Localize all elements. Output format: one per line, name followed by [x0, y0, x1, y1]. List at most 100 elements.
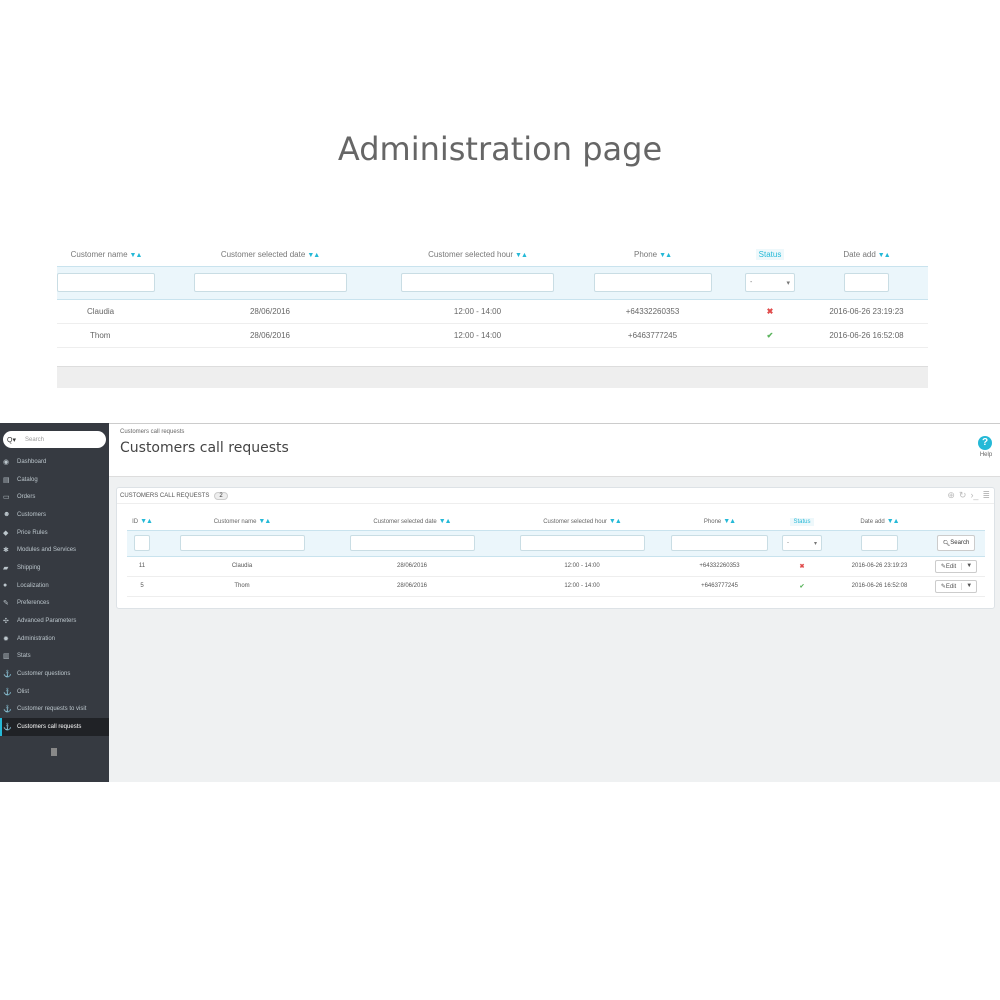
sidebar-item-olist[interactable]: ⚓ Olist — [0, 683, 109, 701]
cell-id: 5 — [127, 576, 157, 597]
sort-arrows-icon[interactable]: ▼▲ — [140, 518, 153, 525]
col-header-id[interactable]: ID ▼▲ — [127, 514, 157, 530]
sidebar-item-catalog[interactable]: ▤ Catalog — [0, 471, 109, 489]
add-new-icon[interactable]: ⊕ — [947, 490, 955, 501]
filter-status-select[interactable]: - ▾ — [745, 273, 795, 292]
status-yes-icon[interactable]: ✔ — [767, 331, 774, 340]
sidebar-menu: ◉ Dashboard ▤ Catalog ▭ Orders ☻ Customers ◆… — [0, 453, 109, 736]
filter-selected-hour-input[interactable] — [519, 535, 645, 551]
search-input[interactable]: Search — [25, 437, 44, 443]
cell-selected-date: 28/06/2016 — [327, 556, 497, 577]
table-row[interactable]: Thom 28/06/2016 12:00 - 14:00 +646377724… — [57, 323, 928, 348]
filter-row: - ▾ — [57, 265, 928, 300]
status-no-icon[interactable]: ✖ — [799, 564, 804, 570]
caret-down-icon[interactable]: ▼ — [962, 563, 976, 569]
sort-arrows-icon[interactable]: ▼▲ — [307, 252, 320, 259]
sidebar-item-preferences[interactable]: ✎ Preferences — [0, 595, 109, 613]
status-no-icon[interactable]: ✖ — [767, 307, 774, 316]
sidebar-item-dashboard[interactable]: ◉ Dashboard — [0, 453, 109, 471]
col-header-customer-name[interactable]: Customer name ▼▲ — [157, 514, 327, 530]
filter-id-input[interactable] — [134, 535, 150, 551]
cell-id: 11 — [127, 556, 157, 577]
search-icon: 🔍︎ — [942, 540, 951, 547]
sidebar-item-price-rules[interactable]: ◆ Price Rules — [0, 524, 109, 542]
filter-phone-input[interactable] — [593, 273, 712, 292]
sidebar-collapse-toggle[interactable] — [51, 748, 57, 756]
cell-date-add: 2016-06-26 23:19:23 — [805, 299, 928, 324]
anchor-icon: ⚓ — [3, 671, 12, 679]
col-header-phone[interactable]: Phone ▼▲ — [667, 514, 772, 530]
table-row[interactable]: 11 Claudia 28/06/2016 12:00 - 14:00 +643… — [127, 556, 985, 577]
sql-query-icon[interactable]: ›_ — [970, 490, 978, 501]
sidebar-item-orders[interactable]: ▭ Orders — [0, 488, 109, 506]
sidebar-item-customers[interactable]: ☻ Customers — [0, 506, 109, 524]
cell-selected-date: 28/06/2016 — [155, 323, 385, 348]
sidebar-item-modules[interactable]: ✱ Modules and Services — [0, 541, 109, 559]
filter-selected-date-input[interactable] — [193, 273, 347, 292]
cell-status[interactable]: ✖ — [772, 556, 832, 577]
caret-down-icon[interactable]: ▼ — [962, 583, 976, 589]
filter-selected-hour-input[interactable] — [401, 273, 554, 292]
col-header-selected-date[interactable]: Customer selected date ▼▲ — [327, 514, 497, 530]
table-row[interactable]: 5 Thom 28/06/2016 12:00 - 14:00 +6463777… — [127, 576, 985, 597]
filter-customer-name-input[interactable] — [179, 535, 305, 551]
sort-arrows-icon[interactable]: ▼▲ — [515, 252, 528, 259]
book-icon: ▤ — [3, 476, 10, 484]
cell-selected-date: 28/06/2016 — [155, 299, 385, 324]
col-header-actions — [927, 514, 985, 530]
status-yes-icon[interactable]: ✔ — [799, 584, 804, 590]
breadcrumb[interactable]: Customers call requests — [120, 429, 184, 435]
anchor-icon: ⚓ — [3, 724, 12, 732]
col-header-selected-hour[interactable]: Customer selected hour ▼▲ — [385, 244, 570, 266]
cell-status[interactable]: ✔ — [772, 576, 832, 597]
export-icon[interactable]: ≣ — [982, 490, 990, 501]
credit-card-icon: ▭ — [3, 494, 10, 502]
sort-arrows-icon[interactable]: ▼▲ — [659, 252, 672, 259]
sidebar-item-customer-requests-to-visit[interactable]: ⚓ Customer requests to visit — [0, 701, 109, 719]
anchor-icon: ⚓ — [3, 706, 12, 714]
refresh-icon[interactable]: ↻ — [959, 490, 967, 501]
sort-arrows-icon[interactable]: ▼▲ — [258, 518, 271, 525]
sort-arrows-icon[interactable]: ▼▲ — [887, 518, 900, 525]
cell-selected-hour: 12:00 - 14:00 — [385, 299, 570, 324]
sidebar-item-advanced-parameters[interactable]: ✣ Advanced Parameters — [0, 612, 109, 630]
col-header-phone[interactable]: Phone ▼▲ — [570, 244, 735, 266]
anchor-icon: ⚓ — [3, 688, 12, 696]
edit-button[interactable]: ✎Edit ▼ — [934, 579, 978, 593]
wrench-icon: ✎ — [3, 600, 9, 608]
sort-arrows-icon[interactable]: ▼▲ — [878, 252, 891, 259]
sort-arrows-icon[interactable]: ▼▲ — [723, 518, 736, 525]
filter-date-add-input[interactable] — [861, 535, 898, 551]
cell-status[interactable]: ✖ — [735, 299, 805, 324]
cell-phone: +64332260353 — [667, 556, 772, 577]
filter-phone-input[interactable] — [671, 535, 768, 551]
sidebar-item-customer-questions[interactable]: ⚓ Customer questions — [0, 665, 109, 683]
cell-selected-hour: 12:00 - 14:00 — [497, 556, 667, 577]
filter-customer-name-input[interactable] — [57, 273, 155, 292]
filter-status-select[interactable]: - ▾ — [782, 535, 822, 551]
col-header-selected-hour[interactable]: Customer selected hour ▼▲ — [497, 514, 667, 530]
table-row[interactable]: Claudia 28/06/2016 12:00 - 14:00 +643322… — [57, 299, 928, 324]
search-icon[interactable]: Q▾ — [3, 436, 25, 444]
sort-arrows-icon[interactable]: ▼▲ — [609, 518, 622, 525]
sidebar-item-administration[interactable]: ✹ Administration — [0, 630, 109, 648]
col-header-date-add[interactable]: Date add ▼▲ — [805, 244, 928, 266]
cell-phone: +6463777245 — [667, 576, 772, 597]
sidebar-item-localization[interactable]: ● Localization — [0, 577, 109, 595]
sidebar-item-stats[interactable]: ▥ Stats — [0, 648, 109, 666]
col-header-customer-name[interactable]: Customer name ▼▲ — [57, 244, 155, 266]
sort-arrows-icon[interactable]: ▼▲ — [439, 518, 452, 525]
cell-status[interactable]: ✔ — [735, 323, 805, 348]
col-header-selected-date[interactable]: Customer selected date ▼▲ — [155, 244, 385, 266]
filter-selected-date-input[interactable] — [349, 535, 475, 551]
col-header-status: Status — [772, 514, 832, 530]
sort-arrows-icon[interactable]: ▼▲ — [130, 252, 143, 259]
filter-date-add-input[interactable] — [844, 273, 889, 292]
sidebar-item-shipping[interactable]: ▰ Shipping — [0, 559, 109, 577]
help-button[interactable]: ? Help — [978, 436, 994, 458]
sidebar-item-customers-call-requests[interactable]: ⚓ Customers call requests — [0, 718, 109, 736]
search-button[interactable]: 🔍︎ Search — [936, 535, 976, 551]
search-box[interactable]: Q▾ Search — [3, 431, 106, 448]
col-header-date-add[interactable]: Date add ▼▲ — [832, 514, 927, 530]
edit-button[interactable]: ✎Edit ▼ — [934, 559, 978, 573]
